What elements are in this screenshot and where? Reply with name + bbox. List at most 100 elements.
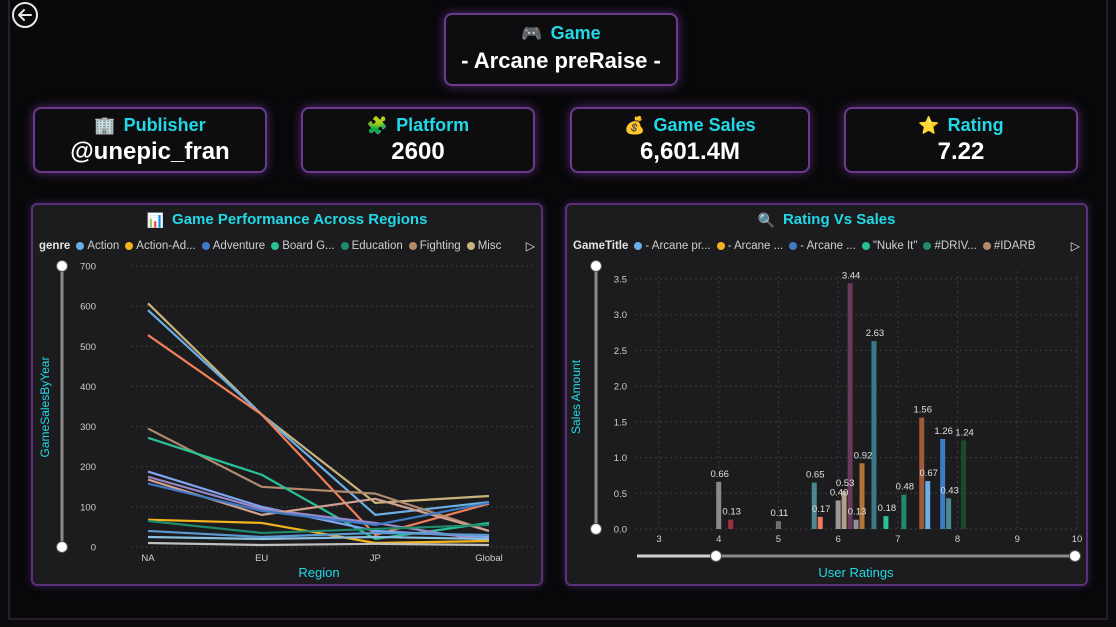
legend-next-icon[interactable]: ▷ — [1071, 239, 1080, 253]
regions-chart-panel: 📊 Game Performance Across Regions genre … — [31, 203, 543, 586]
bar[interactable] — [853, 519, 859, 529]
legend-label: Board G... — [282, 240, 335, 252]
bar[interactable] — [883, 516, 889, 529]
legend-item[interactable]: Board G... — [271, 240, 335, 252]
legend-dot — [340, 242, 349, 250]
x-tick-label: JP — [370, 553, 381, 564]
legend-item[interactable]: Adventure — [201, 240, 265, 252]
bar[interactable] — [716, 481, 722, 529]
y-tick-label: 400 — [80, 382, 96, 393]
bar[interactable] — [925, 481, 931, 529]
legend-dot — [271, 242, 280, 250]
legend-label: Action — [87, 240, 120, 252]
legend-label: - Arcane ... — [727, 240, 784, 252]
y-range-slider-handle-bottom[interactable] — [590, 523, 602, 535]
series-line[interactable] — [147, 334, 490, 537]
x-range-slider-handle-left[interactable] — [710, 550, 722, 562]
game-sales-label: Game Sales — [653, 115, 756, 135]
back-button[interactable] — [12, 2, 38, 28]
data-label: 1.26 — [934, 426, 953, 437]
series-line[interactable] — [147, 541, 490, 547]
legend-label: - Arcane pr... — [645, 240, 711, 252]
bar-chart-icon: 📊 — [146, 211, 165, 228]
platform-value: 2600 — [391, 138, 445, 165]
arrow-left-icon — [18, 9, 32, 21]
legend-item[interactable]: - Arcane ... — [716, 240, 784, 252]
game-name: - Arcane preRaise - — [461, 48, 661, 73]
legend-dot — [789, 242, 798, 250]
legend-item[interactable]: Action-Ad... — [125, 240, 196, 252]
rating-label: Rating — [947, 115, 1004, 135]
legend-dot — [125, 242, 134, 250]
legend-item[interactable]: Action — [76, 240, 119, 252]
legend-dot — [716, 242, 725, 250]
bar[interactable] — [775, 521, 781, 529]
series-line[interactable] — [147, 535, 490, 541]
x-tick-label: 10 — [1072, 534, 1083, 545]
puzzle-piece-icon: 🧩 — [366, 116, 389, 135]
legend-item[interactable]: Misc — [466, 240, 502, 252]
y-axis-title: Sales Amount — [569, 359, 583, 434]
y-axis-title: GameSalesByYear — [38, 357, 52, 458]
data-label: 1.56 — [913, 405, 932, 416]
bar[interactable] — [817, 516, 823, 529]
magnifier-icon: 🔍 — [757, 211, 775, 228]
legend-label: - Arcane ... — [800, 240, 856, 252]
bar[interactable] — [859, 463, 865, 529]
legend-label: Education — [351, 240, 403, 252]
data-label: 0.43 — [940, 485, 959, 496]
legend-dot — [201, 242, 210, 250]
legend-dot — [923, 242, 932, 250]
platform-card: 🧩 Platform 2600 — [301, 107, 535, 173]
bar[interactable] — [961, 440, 967, 529]
bar[interactable] — [946, 498, 952, 529]
x-tick-label: 3 — [656, 534, 661, 545]
y-range-slider-handle-bottom[interactable] — [56, 541, 68, 553]
legend-title: GameTitle — [573, 240, 629, 252]
rating-sales-chart-legend: GameTitle - Arcane pr... - Arcane ... - … — [573, 238, 1080, 254]
legend-item[interactable]: "Nuke It" — [861, 240, 918, 252]
y-tick-label: 2.5 — [614, 346, 627, 357]
data-label: 0.11 — [771, 508, 789, 519]
platform-label: Platform — [396, 115, 470, 135]
x-tick-label: EU — [255, 553, 268, 564]
legend-label: "Nuke It" — [872, 240, 918, 252]
regions-line-chart: 0 100 200 300 400 500 600 700 NA EU JP Global Game… — [38, 260, 535, 580]
bar[interactable] — [940, 439, 946, 529]
legend-title: genre — [39, 240, 71, 252]
bar[interactable] — [901, 494, 907, 529]
legend-dot — [634, 242, 643, 250]
regions-chart-legend: genre Action Action-Ad... Adventure Boar… — [39, 238, 535, 254]
legend-item[interactable]: - Arcane pr... — [634, 240, 711, 252]
bar[interactable] — [728, 519, 734, 529]
legend-item[interactable]: #DRIV... — [923, 240, 977, 252]
legend-next-icon[interactable]: ▷ — [526, 239, 535, 253]
y-tick-label: 600 — [80, 302, 96, 313]
legend-label: Misc — [477, 240, 502, 252]
legend-dot — [982, 242, 991, 250]
legend-item[interactable]: #IDARB — [982, 240, 1035, 252]
legend-item[interactable]: - Arcane ... — [789, 240, 856, 252]
data-label: 1.24 — [955, 427, 974, 438]
y-tick-label: 1.5 — [614, 417, 627, 428]
rating-sales-chart-panel: 🔍 Rating Vs Sales GameTitle - Arcane pr.… — [565, 203, 1088, 586]
x-range-slider-handle-right[interactable] — [1069, 550, 1081, 562]
y-range-slider-handle-top[interactable] — [590, 260, 602, 272]
bar[interactable] — [835, 500, 841, 529]
legend-item[interactable]: Education — [340, 240, 403, 252]
y-tick-label: 3.0 — [614, 310, 627, 321]
series-line[interactable] — [147, 302, 490, 504]
rating-sales-bar-chart: 0.0 0.5 1.0 1.5 2.0 2.5 3.0 3.5 3 4 5 6 7 8 9 10 0.66 0… — [569, 260, 1083, 580]
x-tick-label: 8 — [955, 534, 960, 545]
bar[interactable] — [871, 341, 877, 529]
rating-card: ⭐ Rating 7.22 — [844, 107, 1078, 173]
x-tick-label: 4 — [716, 534, 721, 545]
y-range-slider-handle-top[interactable] — [56, 260, 68, 272]
money-bag-icon: 💰 — [624, 116, 646, 135]
game-controller-icon: 🎮 — [521, 24, 543, 43]
data-label: 0.65 — [806, 470, 825, 481]
legend-item[interactable]: Fighting — [408, 240, 461, 252]
legend-dot — [76, 242, 85, 250]
series-line[interactable] — [147, 309, 490, 516]
data-label: 0.67 — [919, 468, 938, 479]
